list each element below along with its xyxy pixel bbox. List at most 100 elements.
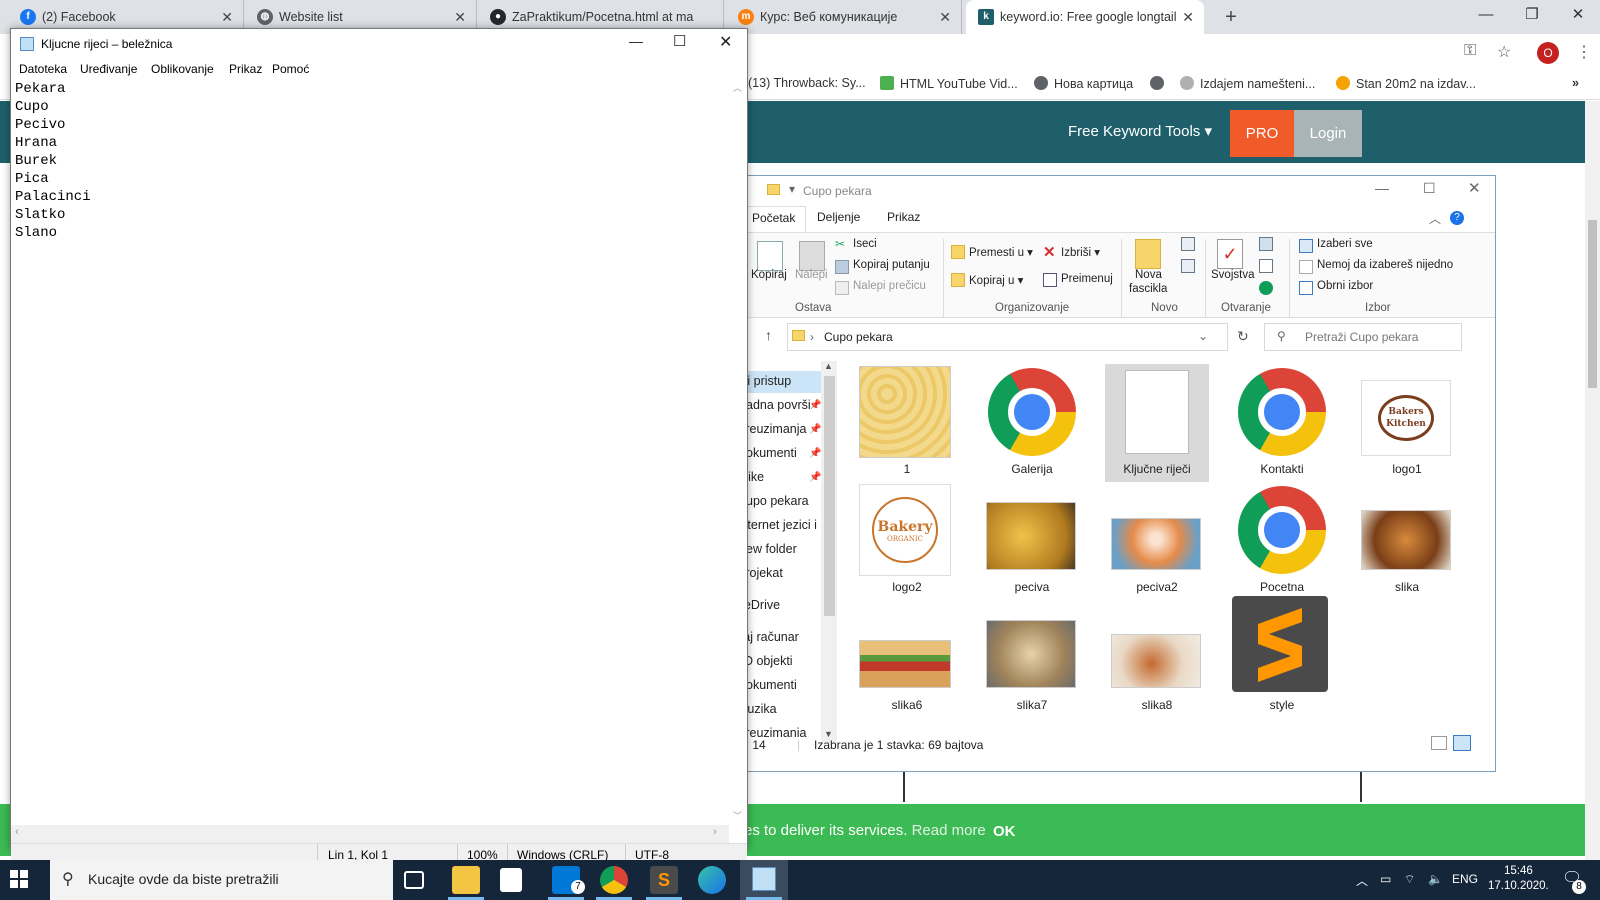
page-scroll-thumb[interactable] <box>1588 220 1597 388</box>
bookmark-item[interactable]: Нова картица <box>1034 76 1133 91</box>
minimize-button[interactable]: — <box>1375 180 1389 196</box>
chevron-up-icon[interactable]: ︿ <box>1356 872 1368 889</box>
search-input[interactable]: ⚲ Pretraži Cupo pekara <box>1264 323 1462 351</box>
profile-avatar[interactable]: O <box>1537 42 1559 64</box>
chrome-icon[interactable] <box>600 866 628 894</box>
tab-share[interactable]: Deljenje <box>817 210 860 224</box>
vertical-scrollbar[interactable]: ︿ ﹀ <box>729 79 746 825</box>
file-item[interactable]: slika8 <box>1105 600 1209 718</box>
new-folder-button[interactable]: Nova <box>1135 269 1162 281</box>
tab-moodle[interactable]: m Курс: Веб комуникације ✕ <box>726 0 962 34</box>
properties-button[interactable]: Svojstva <box>1211 269 1254 281</box>
menu-format[interactable]: Oblikovanje <box>151 62 214 76</box>
taskbar-search-input[interactable]: ⚲ Kucajte ovde da biste pretražili <box>50 860 393 900</box>
tab-view[interactable]: Prikaz <box>887 210 920 224</box>
collapse-ribbon-icon[interactable]: ︿ <box>1429 210 1441 227</box>
history-icon[interactable] <box>1259 281 1273 295</box>
edit-icon[interactable] <box>1259 259 1273 273</box>
volume-icon[interactable]: 🔈 <box>1428 872 1443 886</box>
minimize-button[interactable]: — <box>1463 0 1509 30</box>
file-item[interactable]: slika <box>1355 482 1459 600</box>
store-icon[interactable] <box>500 868 522 892</box>
file-item[interactable]: Pocetna <box>1230 482 1334 600</box>
close-icon[interactable]: ✕ <box>1182 0 1194 34</box>
file-item[interactable]: Bakers Kitchen logo1 <box>1355 364 1459 482</box>
nav-scroll-thumb[interactable] <box>824 376 835 616</box>
pro-button[interactable]: PRO <box>1230 110 1294 157</box>
help-icon[interactable]: ? <box>1450 211 1464 225</box>
battery-icon[interactable]: ▭ <box>1380 872 1391 886</box>
move-to-button[interactable]: Premesti u ▾ <box>969 245 1033 259</box>
menu-help[interactable]: Pomoć <box>272 62 309 76</box>
login-button[interactable]: Login <box>1294 110 1362 157</box>
tab-home[interactable]: Početak <box>741 206 807 232</box>
close-button[interactable]: ✕ <box>1468 179 1481 197</box>
invert-selection-button[interactable]: Obrni izbor <box>1317 280 1373 292</box>
minimize-button[interactable]: — <box>629 33 643 49</box>
menu-view[interactable]: Prikaz <box>229 62 262 76</box>
bookmark-item[interactable]: Izdajem namešteni... <box>1180 76 1315 91</box>
close-icon[interactable]: ✕ <box>939 0 951 34</box>
file-item[interactable]: style <box>1230 596 1334 718</box>
tab-keyword-io[interactable]: k keyword.io: Free google longtail ✕ <box>966 0 1204 34</box>
page-scrollbar[interactable] <box>1585 101 1600 860</box>
sublime-text-icon[interactable]: S <box>650 866 678 894</box>
file-item[interactable]: peciva2 <box>1105 482 1209 600</box>
free-keyword-tools-menu[interactable]: Free Keyword Tools ▾ <box>1068 122 1212 140</box>
quick-access-dropdown-icon[interactable]: ▾ <box>789 182 795 196</box>
new-tab-button[interactable]: + <box>1216 0 1246 34</box>
close-window-button[interactable]: ✕ <box>1555 0 1600 30</box>
chevron-down-icon[interactable]: ⌄ <box>1198 329 1208 343</box>
new-item-icon[interactable] <box>1181 237 1195 251</box>
nav-item-quick-access[interactable]: rzi pristup <box>737 371 821 393</box>
maximize-button[interactable]: ☐ <box>673 32 686 50</box>
file-item[interactable]: Galerija <box>980 364 1084 482</box>
scroll-up-icon[interactable]: ▲ <box>824 361 833 371</box>
notepad-taskbar-active[interactable] <box>740 860 788 900</box>
file-item[interactable]: Bakery ORGANIC logo2 <box>855 482 959 600</box>
wifi-icon[interactable]: ⌔ <box>1404 872 1415 887</box>
scroll-down-icon[interactable]: ﹀ <box>733 809 742 822</box>
language-indicator[interactable]: ENG <box>1452 872 1478 886</box>
nav-item-internet-jezici[interactable]: Internet jezici i a <box>737 518 827 532</box>
copy-path-button[interactable]: Kopiraj putanju <box>853 259 930 271</box>
menu-edit[interactable]: Uređivanje <box>80 62 137 76</box>
maximize-button[interactable]: ☐ <box>1423 180 1436 197</box>
open-icon[interactable] <box>1259 237 1273 251</box>
file-item[interactable]: Kontakti <box>1230 364 1334 482</box>
paste-shortcut-button[interactable]: Nalepi prečicu <box>853 280 926 292</box>
text-editor[interactable]: Pekara Cupo Pecivo Hrana Burek Pica Pala… <box>15 80 727 820</box>
scroll-right-icon[interactable]: › <box>713 826 717 838</box>
bookmark-star-icon[interactable]: ☆ <box>1497 42 1511 62</box>
file-item[interactable]: peciva <box>980 482 1084 600</box>
select-all-button[interactable]: Izaberi sve <box>1317 238 1373 250</box>
read-more-link[interactable]: Read more <box>912 822 986 839</box>
file-item[interactable]: slika6 <box>855 600 959 718</box>
edge-icon[interactable] <box>698 866 726 894</box>
bookmark-item[interactable]: HTML YouTube Vid... <box>880 76 1018 91</box>
nav-item-desktop[interactable]: Radna površi <box>737 398 811 412</box>
scroll-left-icon[interactable]: ‹ <box>15 826 19 838</box>
delete-button[interactable]: Izbriši ▾ <box>1061 245 1100 259</box>
menu-dots-icon[interactable]: ⋮ <box>1576 42 1592 62</box>
copy-button[interactable]: Kopiraj <box>751 269 787 281</box>
easy-access-icon[interactable] <box>1181 259 1195 273</box>
paste-button[interactable]: Nalepi <box>795 269 828 281</box>
file-item-selected[interactable]: Ključne riječi <box>1105 364 1209 482</box>
large-icons-view-icon[interactable] <box>1453 735 1471 751</box>
file-item[interactable]: slika7 <box>980 600 1084 718</box>
more-bookmarks-icon[interactable]: » <box>1572 76 1579 90</box>
details-view-icon[interactable] <box>1431 736 1447 750</box>
task-view-icon[interactable] <box>404 871 424 889</box>
file-item[interactable]: 1 <box>855 364 959 482</box>
address-bar[interactable]: › Cupo pekara ⌄ <box>787 323 1228 351</box>
menu-file[interactable]: Datoteka <box>19 62 67 76</box>
horizontal-scrollbar[interactable]: ‹ › <box>11 825 729 843</box>
bookmark-item[interactable]: (13) Throwback: Sy... <box>748 76 866 90</box>
cookie-ok-button[interactable]: OK <box>993 823 1016 840</box>
bookmark-item[interactable]: Stan 20m2 na izdav... <box>1336 76 1476 91</box>
copy-to-button[interactable]: Kopiraj u ▾ <box>969 273 1023 287</box>
cut-button[interactable]: Iseci <box>853 238 877 250</box>
windows-start-icon[interactable] <box>10 870 28 891</box>
select-none-button[interactable]: Nemoj da izabereš nijedno <box>1317 259 1453 271</box>
